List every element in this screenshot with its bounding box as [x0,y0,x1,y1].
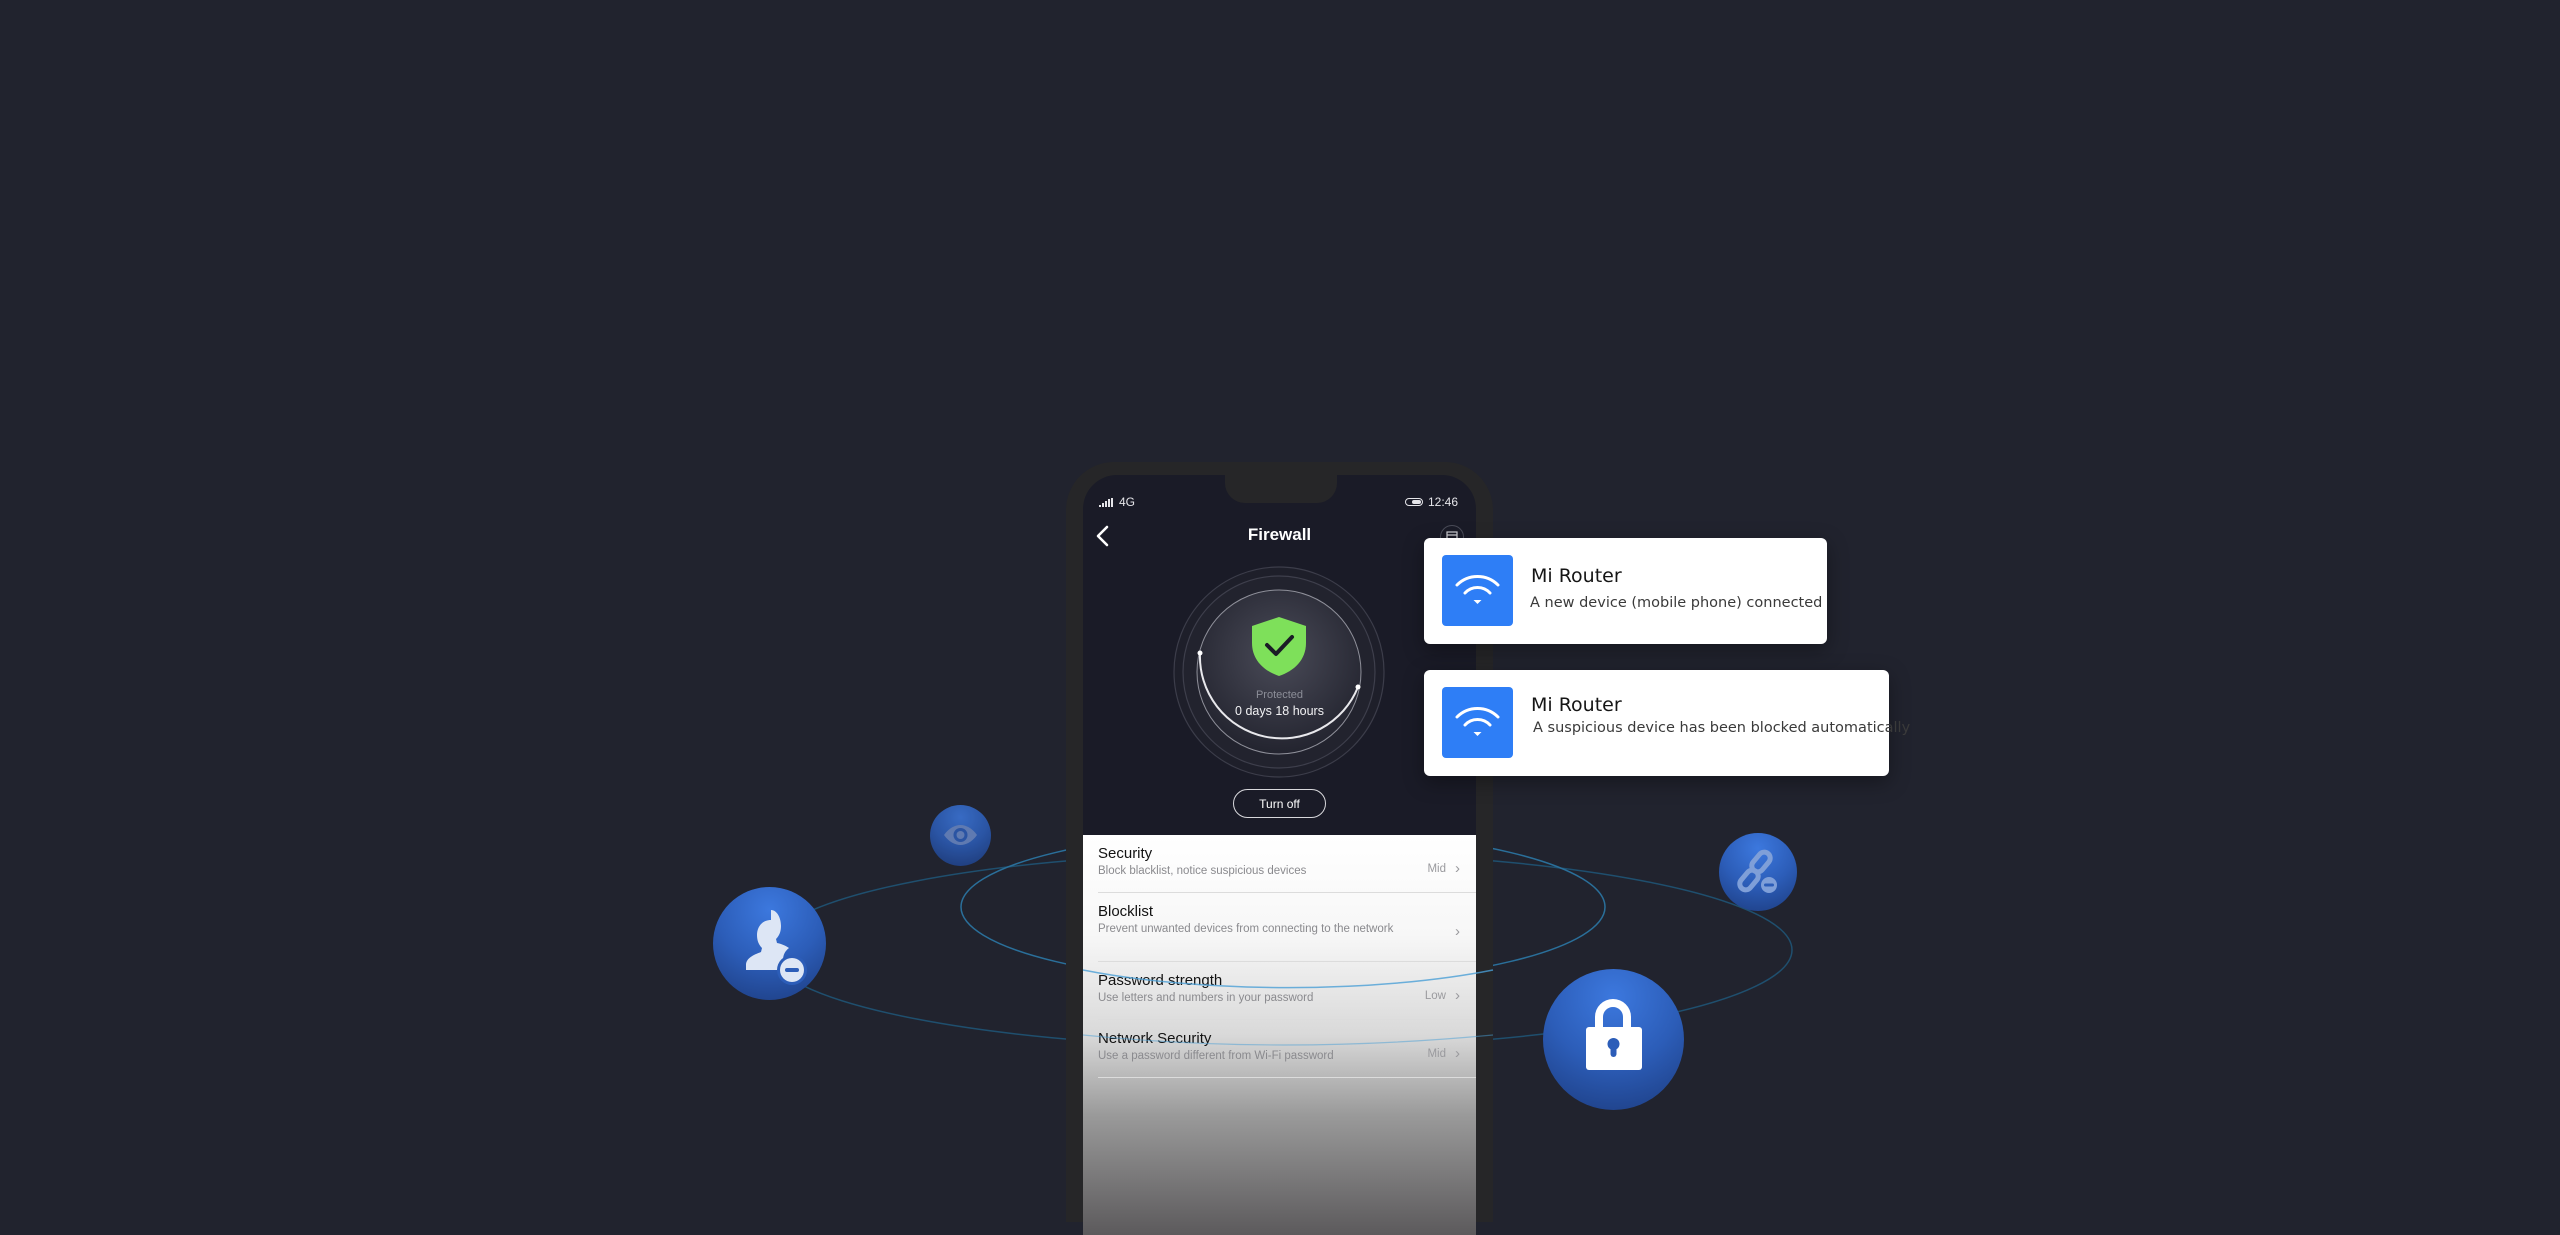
turn-off-button[interactable]: Turn off [1233,789,1326,818]
row-title: Blocklist [1098,903,1154,920]
protection-duration: 0 days 18 hours [1235,704,1324,718]
status-bar-left: 4G [1099,495,1135,509]
battery-icon [1404,498,1423,506]
row-subtitle: Prevent unwanted devices from connecting… [1098,923,1394,935]
row-subtitle: Block blacklist, notice suspicious devic… [1098,865,1307,877]
row-title: Security [1098,845,1153,862]
chevron-right-icon: › [1455,1045,1460,1062]
lock-bubble [1543,969,1684,1110]
signal-icon [1099,497,1113,507]
chevron-right-icon: › [1455,987,1460,1004]
chevron-right-icon: › [1455,923,1460,940]
network-type: 4G [1119,495,1136,509]
settings-row-security[interactable]: Security Block blacklist, notice suspici… [1098,845,1476,893]
notification-message: A suspicious device has been blocked aut… [1533,720,1911,736]
eye-icon [944,825,977,845]
notification-title: Mi Router [1531,565,1622,587]
clock: 12:46 [1427,495,1458,509]
protection-dial [1173,566,1385,778]
phone-notch [1225,475,1337,503]
chevron-right-icon: › [1455,860,1460,877]
notification-app-icon [1442,687,1513,758]
row-value: Low [1424,990,1446,1002]
protection-status-label: Protected [1255,689,1304,701]
notification-card[interactable]: Mi Router A suspicious device has been b… [1424,670,1910,776]
status-bar-right: 12:46 [1404,495,1458,509]
remove-user-icon [746,910,807,985]
row-subtitle: Use a password different from Wi-Fi pass… [1098,1050,1334,1062]
row-title: Network Security [1098,1030,1212,1047]
eye-bubble [930,805,991,866]
settings-row-password-strength[interactable]: Password strength Use letters and number… [1098,972,1476,1020]
settings-list: Security Block blacklist, notice suspici… [1083,835,1476,1235]
unlink-bubble [1719,833,1797,911]
row-title: Password strength [1098,972,1223,989]
notification-message: A new device (mobile phone) connected [1530,595,1823,611]
row-value: Mid [1427,863,1446,875]
wifi-icon [1455,575,1500,604]
row-subtitle: Use letters and numbers in your password [1098,992,1314,1004]
row-value: Mid [1427,1048,1446,1060]
remove-user-bubble [713,887,826,1000]
lock-icon [1586,999,1642,1070]
notification-card[interactable]: Mi Router A new device (mobile phone) co… [1424,538,1827,644]
settings-row-network-security[interactable]: Network Security Use a password differen… [1098,1030,1476,1078]
page-title: Firewall [1247,525,1312,544]
settings-row-blocklist[interactable]: Blocklist Prevent unwanted devices from … [1098,903,1476,962]
unlink-icon [1737,849,1777,893]
notification-title: Mi Router [1531,694,1622,716]
wifi-icon [1455,707,1500,736]
notification-app-icon [1442,555,1513,626]
phone-screen: 4G 12:46 Firewall Protected 0 days 18 ho… [1083,475,1476,1235]
